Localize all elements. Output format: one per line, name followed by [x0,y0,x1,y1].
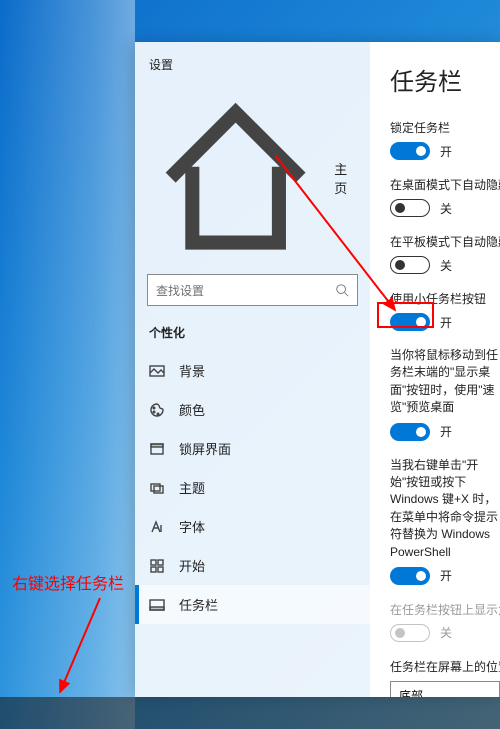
toggle-switch[interactable] [390,423,430,441]
sidebar-item-label: 背景 [179,361,205,380]
toggle-state: 开 [440,314,452,331]
sidebar-item-lockscreen[interactable]: 锁屏界面 [135,429,370,468]
settings-content: 任务栏 锁定任务栏 开 在桌面模式下自动隐藏任务栏 关 在平板模式下自动隐藏任务… [370,42,500,697]
option-label: 在任务栏按钮上显示角标 [390,601,500,618]
option-position: 任务栏在屏幕上的位置 底部 [390,658,500,697]
option-label: 在平板模式下自动隐藏任务栏 [390,233,500,250]
sidebar-item-label: 字体 [179,517,205,536]
option-label: 当你将鼠标移动到任务栏末端的"显示桌面"按钮时，使用"速览"预览桌面 [390,347,500,417]
lockscreen-icon [149,441,165,457]
toggle-state: 开 [440,143,452,160]
taskbar-icon [149,597,165,613]
search-icon [335,283,349,297]
sidebar-item-label: 开始 [179,556,205,575]
sidebar-section-label: 个性化 [135,320,370,351]
option-label: 任务栏在屏幕上的位置 [390,658,500,675]
theme-icon [149,480,165,496]
home-nav-item[interactable]: 主页 [135,83,370,274]
option-badges: 在任务栏按钮上显示角标 关 [390,601,500,642]
option-label: 使用小任务栏按钮 [390,290,500,307]
toggle-state: 开 [440,423,452,440]
windows-taskbar[interactable] [0,697,500,729]
desktop-light-beam [0,0,135,729]
sidebar-item-start[interactable]: 开始 [135,546,370,585]
palette-icon [149,402,165,418]
home-label: 主页 [334,159,356,197]
option-autohide-tablet: 在平板模式下自动隐藏任务栏 关 [390,233,500,274]
option-peek-desktop: 当你将鼠标移动到任务栏末端的"显示桌面"按钮时，使用"速览"预览桌面 开 [390,347,500,441]
option-label: 在桌面模式下自动隐藏任务栏 [390,176,500,193]
toggle-switch[interactable] [390,256,430,274]
sidebar-item-colors[interactable]: 颜色 [135,390,370,429]
window-title: 设置 [135,50,370,83]
option-lock-taskbar: 锁定任务栏 开 [390,119,500,160]
sidebar-item-label: 任务栏 [179,595,218,614]
position-select[interactable]: 底部 [390,681,500,697]
settings-window: 设置 主页 查找设置 个性化 背景 颜色 锁屏界面 [135,42,500,697]
toggle-state: 开 [440,567,452,584]
annotation-text: 右键选择任务栏 [12,570,124,594]
search-placeholder: 查找设置 [156,282,335,299]
sidebar-item-label: 颜色 [179,400,205,419]
desktop-background: 设置 主页 查找设置 个性化 背景 颜色 锁屏界面 [0,0,500,729]
sidebar-item-label: 主题 [179,478,205,497]
toggle-switch[interactable] [390,313,430,331]
sidebar-item-label: 锁屏界面 [179,439,231,458]
sidebar-item-fonts[interactable]: 字体 [135,507,370,546]
select-value: 底部 [399,687,423,697]
toggle-state: 关 [440,200,452,217]
toggle-state: 关 [440,257,452,274]
font-icon [149,519,165,535]
start-icon [149,558,165,574]
option-label: 当我右键单击"开始"按钮或按下 Windows 键+X 时，在菜单中将命令提示符… [390,457,500,561]
toggle-state: 关 [440,624,452,641]
toggle-switch [390,624,430,642]
sidebar-item-background[interactable]: 背景 [135,351,370,390]
sidebar-item-themes[interactable]: 主题 [135,468,370,507]
toggle-switch[interactable] [390,567,430,585]
toggle-switch[interactable] [390,199,430,217]
settings-sidebar: 设置 主页 查找设置 个性化 背景 颜色 锁屏界面 [135,42,370,697]
option-small-buttons: 使用小任务栏按钮 开 [390,290,500,331]
page-title: 任务栏 [390,62,500,97]
search-input[interactable]: 查找设置 [147,274,358,306]
option-autohide-desktop: 在桌面模式下自动隐藏任务栏 关 [390,176,500,217]
home-icon [149,91,322,264]
picture-icon [149,363,165,379]
sidebar-item-taskbar[interactable]: 任务栏 [135,585,370,624]
toggle-switch[interactable] [390,142,430,160]
option-powershell-replace: 当我右键单击"开始"按钮或按下 Windows 键+X 时，在菜单中将命令提示符… [390,457,500,585]
option-label: 锁定任务栏 [390,119,500,136]
